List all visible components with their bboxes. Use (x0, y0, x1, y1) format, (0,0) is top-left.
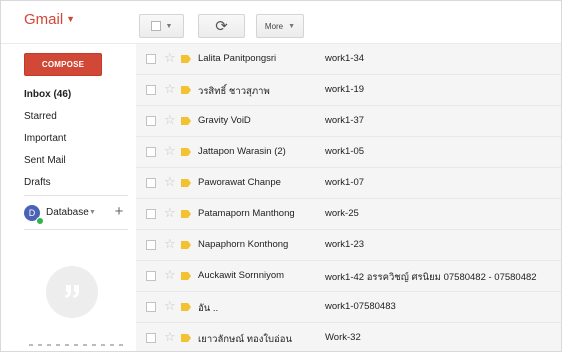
gmail-window: Gmail ▼ ▼ ⟳ More ▼ COMPOSE Inbox (46) Sta… (0, 0, 562, 352)
add-contact-button[interactable]: + (110, 203, 128, 221)
sidebar-item-sent-mail[interactable]: Sent Mail (24, 150, 129, 172)
star-icon[interactable]: ☆ (164, 237, 176, 251)
row-checkbox[interactable] (146, 116, 156, 126)
sidebar-divider (24, 195, 128, 196)
star-icon[interactable]: ☆ (164, 51, 176, 65)
plus-icon: + (114, 203, 124, 220)
star-icon[interactable]: ☆ (164, 268, 176, 282)
message-row[interactable]: ☆ Patamaporn Manthong work-25 (136, 199, 561, 230)
sidebar-footer-text (29, 344, 125, 346)
message-subject: work1-42 อรรควิชญ์ ศรนิยม 07580482 - 075… (325, 272, 537, 283)
message-subject: work1-23 (325, 239, 365, 250)
row-checkbox[interactable] (146, 333, 156, 343)
message-subject: work-25 (325, 208, 359, 219)
row-checkbox[interactable] (146, 178, 156, 188)
more-button[interactable]: More ▼ (256, 14, 304, 38)
compose-button[interactable]: COMPOSE (24, 53, 102, 76)
message-sender: Napaphorn Konthong (198, 239, 289, 250)
message-row[interactable]: ☆ วรสิทธิ์ ชาวสุภาพ work1-19 (136, 75, 561, 106)
gmail-menu[interactable]: Gmail ▼ (24, 11, 75, 28)
message-sender: วรสิทธิ์ ชาวสุภาพ (198, 86, 270, 97)
message-subject: work1-37 (325, 115, 365, 126)
star-icon[interactable]: ☆ (164, 113, 176, 127)
message-subject: work1-07580483 (325, 301, 396, 312)
message-sender: Paworawat Chanpe (198, 177, 281, 188)
message-subject: work1-05 (325, 146, 365, 157)
message-row[interactable]: ☆ Lalita Panitpongsri work1-34 (136, 44, 561, 75)
row-checkbox[interactable] (146, 271, 156, 281)
message-sender: Auckawit Sornniyom (198, 270, 285, 281)
sidebar-divider (24, 229, 128, 230)
caret-down-icon: ▼ (89, 209, 96, 216)
message-row[interactable]: ☆ Paworawat Chanpe work1-07 (136, 168, 561, 199)
row-checkbox[interactable] (146, 240, 156, 250)
select-all-button[interactable]: ▼ (139, 14, 184, 38)
sidebar-item-drafts[interactable]: Drafts (24, 172, 129, 194)
message-row[interactable]: ☆ Napaphorn Konthong work1-23 (136, 230, 561, 261)
row-checkbox[interactable] (146, 302, 156, 312)
more-label: More (264, 21, 284, 31)
message-row[interactable]: ☆ Gravity VoiD work1-37 (136, 106, 561, 137)
message-sender: เยาวลักษณ์ ทองใบอ่อน (198, 334, 292, 345)
message-row[interactable]: ☆ อัน .. work1-07580483 (136, 292, 561, 323)
message-row[interactable]: ☆ Jattapon Warasin (2) work1-05 (136, 137, 561, 168)
caret-down-icon: ▼ (288, 22, 296, 30)
message-subject: Work-32 (325, 332, 361, 343)
caret-down-icon: ▼ (66, 14, 76, 24)
row-checkbox[interactable] (146, 85, 156, 95)
gmail-logo: Gmail (24, 11, 64, 28)
top-bar: Gmail ▼ ▼ ⟳ More ▼ (1, 1, 561, 43)
star-icon[interactable]: ☆ (164, 206, 176, 220)
sidebar-nav: Inbox (46) Starred Important Sent Mail D… (24, 84, 129, 194)
star-icon[interactable]: ☆ (164, 82, 176, 96)
message-sender: อัน .. (198, 303, 219, 314)
star-icon[interactable]: ☆ (164, 299, 176, 313)
message-row[interactable]: ☆ เยาวลักษณ์ ทองใบอ่อน Work-32 (136, 323, 561, 351)
message-subject: work1-19 (325, 84, 365, 95)
row-checkbox[interactable] (146, 147, 156, 157)
refresh-button[interactable]: ⟳ (198, 14, 245, 38)
row-checkbox[interactable] (146, 54, 156, 64)
online-status-icon (36, 217, 44, 225)
star-icon[interactable]: ☆ (164, 144, 176, 158)
message-sender: Gravity VoiD (198, 115, 251, 126)
checkbox-icon (150, 21, 161, 31)
caret-down-icon: ▼ (165, 22, 173, 30)
refresh-icon: ⟳ (215, 18, 228, 35)
sidebar-item-inbox[interactable]: Inbox (46) (24, 84, 129, 106)
sidebar-item-important[interactable]: Important (24, 128, 129, 150)
message-sender: Lalita Panitpongsri (198, 53, 277, 64)
hangouts-icon (46, 266, 98, 318)
star-icon[interactable]: ☆ (164, 175, 176, 189)
message-subject: work1-34 (325, 53, 365, 64)
row-checkbox[interactable] (146, 209, 156, 219)
message-subject: work1-07 (325, 177, 365, 188)
message-row[interactable]: ☆ Auckawit Sornniyom work1-42 อรรควิชญ์ … (136, 261, 561, 292)
star-icon[interactable]: ☆ (164, 330, 176, 344)
account-name: Database (46, 207, 89, 218)
quote-icon (65, 285, 79, 298)
message-sender: Jattapon Warasin (2) (198, 146, 286, 157)
sidebar-item-starred[interactable]: Starred (24, 106, 129, 128)
message-sender: Patamaporn Manthong (198, 208, 295, 219)
